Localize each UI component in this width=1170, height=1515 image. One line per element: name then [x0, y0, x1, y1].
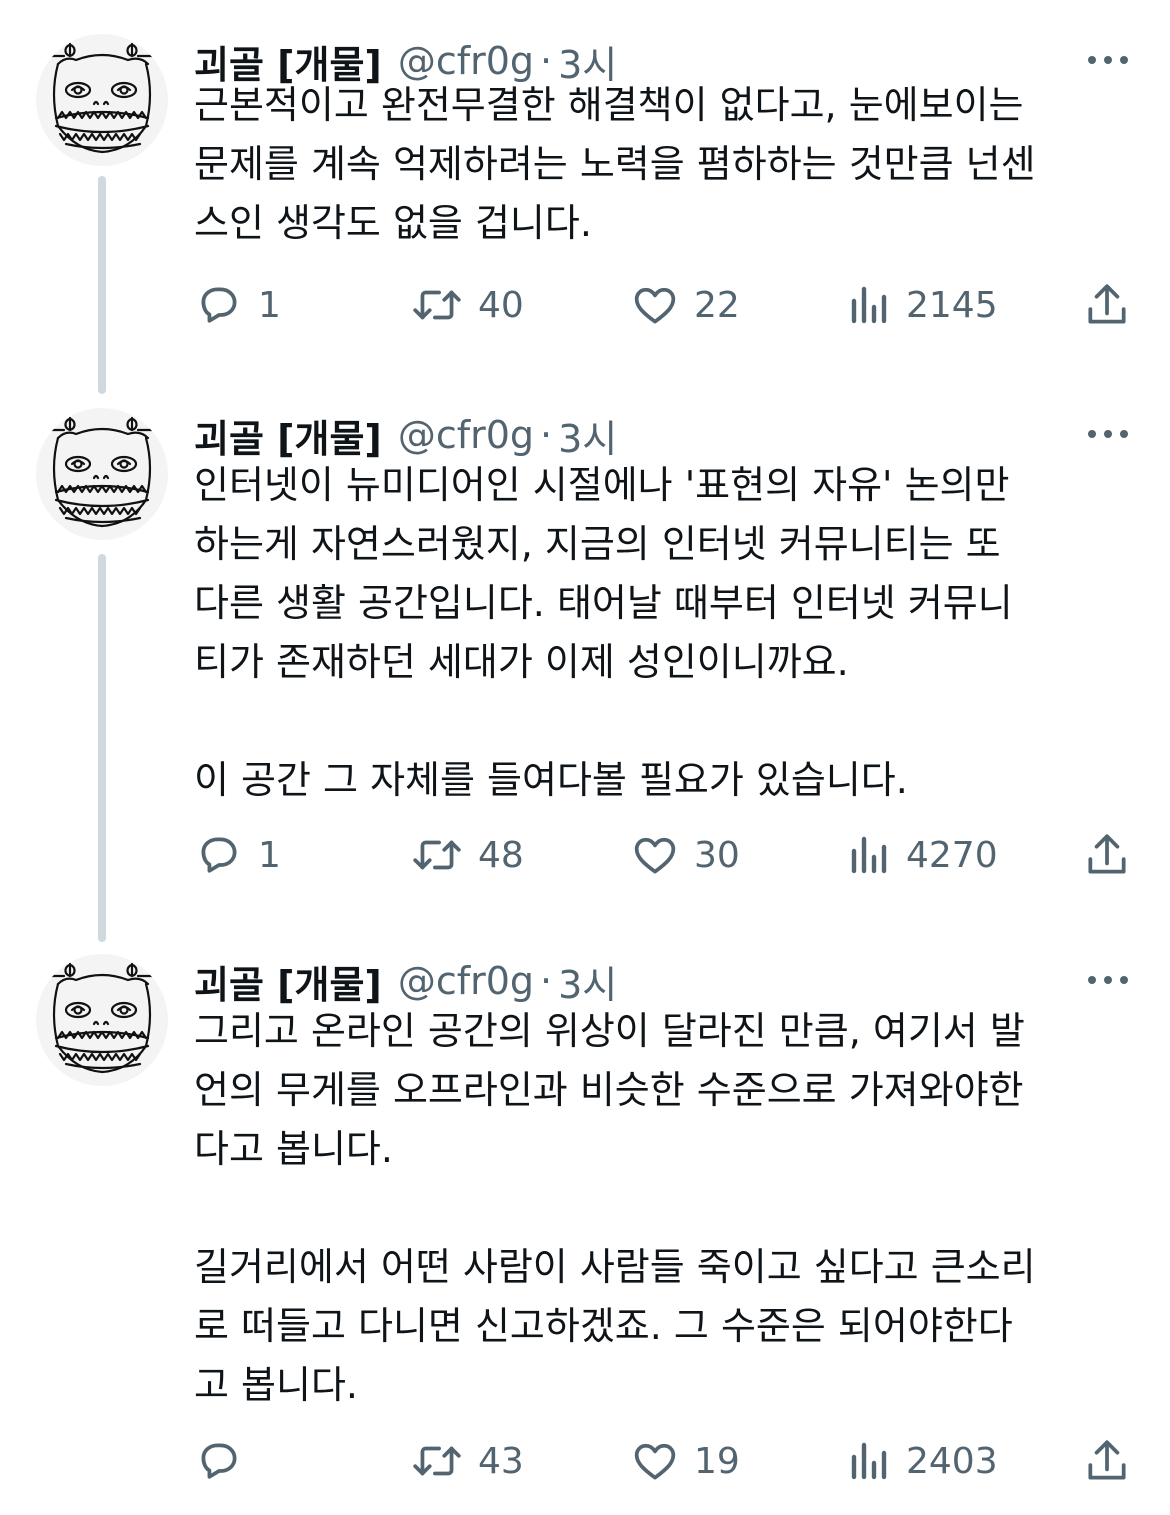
heart-icon — [630, 280, 680, 330]
bar-chart-icon — [848, 280, 892, 330]
tweet-text: 인터넷이 뉴미디어인 시절에나 '표현의 자유' 논의만 하는게 자연스러웠지,… — [194, 456, 1124, 810]
bar-chart-icon — [848, 830, 892, 880]
retweets-count: 40 — [478, 284, 524, 326]
doodle-face-avatar-icon — [48, 42, 156, 154]
more-horizontal-icon[interactable] — [1084, 422, 1132, 446]
doodle-face-avatar-icon — [48, 962, 156, 1074]
likes-count: 19 — [694, 1440, 740, 1482]
share-upload-icon — [1082, 1436, 1132, 1486]
tweet-paragraph: 길거리에서 어떤 사람이 사람들 죽이고 싶다고 큰소리 로 떠들고 다니면 신… — [194, 1245, 1036, 1407]
tweet-text: 그리고 온라인 공간의 위상이 달라진 만큼, 여기서 발 언의 무게를 오프라… — [194, 1002, 1124, 1415]
timestamp[interactable]: 3시 — [558, 954, 617, 1009]
tweet-paragraph: 이 공간 그 자체를 들여다볼 필요가 있습니다. — [194, 758, 908, 802]
like-button[interactable]: 30 — [630, 830, 740, 880]
views-button[interactable]: 2403 — [848, 1436, 998, 1486]
retweet-arrows-icon — [410, 280, 464, 330]
share-button[interactable] — [1082, 280, 1132, 330]
reply-bubble-icon — [194, 1436, 244, 1486]
doodle-face-avatar-icon — [48, 416, 156, 528]
user-handle[interactable]: @cfr0g — [398, 959, 534, 1003]
reply-bubble-icon — [194, 830, 244, 880]
tweet-header: 괴골 [개물] @cfr0g · 3시 — [194, 954, 617, 1009]
like-button[interactable]: 19 — [630, 1436, 740, 1486]
tweet[interactable]: 괴골 [개물] @cfr0g · 3시 그리고 온라인 공간의 위상이 달라진 … — [0, 954, 1170, 1494]
tweet-paragraph: 근본적이고 완전무결한 해결책이 없다고, 눈에보이는 문제를 계속 억제하려는… — [194, 83, 1036, 245]
share-button[interactable] — [1082, 830, 1132, 880]
bar-chart-icon — [848, 1436, 892, 1486]
likes-count: 22 — [694, 284, 740, 326]
more-horizontal-icon[interactable] — [1084, 968, 1132, 992]
retweet-button[interactable]: 40 — [410, 280, 524, 330]
tweet-header: 괴골 [개물] @cfr0g · 3시 — [194, 408, 617, 463]
action-bar: 1 40 22 2145 — [194, 280, 1139, 330]
retweet-button[interactable]: 43 — [410, 1436, 524, 1486]
heart-icon — [630, 830, 680, 880]
replies-count: 1 — [258, 284, 281, 326]
tweet[interactable]: 괴골 [개물] @cfr0g · 3시 인터넷이 뉴미디어인 시절에나 '표현의… — [0, 408, 1170, 942]
display-name[interactable]: 괴골 [개물] — [194, 408, 382, 463]
heart-icon — [630, 1436, 680, 1486]
views-button[interactable]: 4270 — [848, 830, 998, 880]
share-button[interactable] — [1082, 1436, 1132, 1486]
retweet-arrows-icon — [410, 1436, 464, 1486]
share-upload-icon — [1082, 280, 1132, 330]
timestamp[interactable]: 3시 — [558, 408, 617, 463]
reply-bubble-icon — [194, 280, 244, 330]
avatar[interactable] — [36, 954, 168, 1086]
reply-button[interactable]: 1 — [194, 280, 281, 330]
user-handle[interactable]: @cfr0g — [398, 413, 534, 457]
views-button[interactable]: 2145 — [848, 280, 998, 330]
action-bar: 1 48 30 4270 — [194, 830, 1139, 880]
replies-count: 1 — [258, 834, 281, 876]
display-name[interactable]: 괴골 [개물] — [194, 954, 382, 1009]
more-horizontal-icon[interactable] — [1084, 48, 1132, 72]
separator-dot: · — [540, 413, 553, 457]
tweet-text: 근본적이고 완전무결한 해결책이 없다고, 눈에보이는 문제를 계속 억제하려는… — [194, 76, 1124, 253]
action-bar: 43 19 2403 — [194, 1436, 1139, 1486]
avatar[interactable] — [36, 34, 168, 166]
thread-line — [98, 176, 106, 394]
separator-dot: · — [540, 959, 553, 1003]
retweets-count: 48 — [478, 834, 524, 876]
reply-button[interactable] — [194, 1436, 258, 1486]
retweet-arrows-icon — [410, 830, 464, 880]
views-count: 4270 — [906, 834, 998, 876]
tweet[interactable]: 괴골 [개물] @cfr0g · 3시 근본적이고 완전무결한 해결책이 없다고… — [0, 34, 1170, 394]
reply-button[interactable]: 1 — [194, 830, 281, 880]
share-upload-icon — [1082, 830, 1132, 880]
tweet-paragraph: 인터넷이 뉴미디어인 시절에나 '표현의 자유' 논의만 하는게 자연스러웠지,… — [194, 463, 1013, 684]
likes-count: 30 — [694, 834, 740, 876]
like-button[interactable]: 22 — [630, 280, 740, 330]
views-count: 2145 — [906, 284, 998, 326]
retweet-button[interactable]: 48 — [410, 830, 524, 880]
views-count: 2403 — [906, 1440, 998, 1482]
thread-line — [98, 554, 106, 942]
avatar[interactable] — [36, 408, 168, 540]
tweet-paragraph: 그리고 온라인 공간의 위상이 달라진 만큼, 여기서 발 언의 무게를 오프라… — [194, 1009, 1025, 1171]
retweets-count: 43 — [478, 1440, 524, 1482]
